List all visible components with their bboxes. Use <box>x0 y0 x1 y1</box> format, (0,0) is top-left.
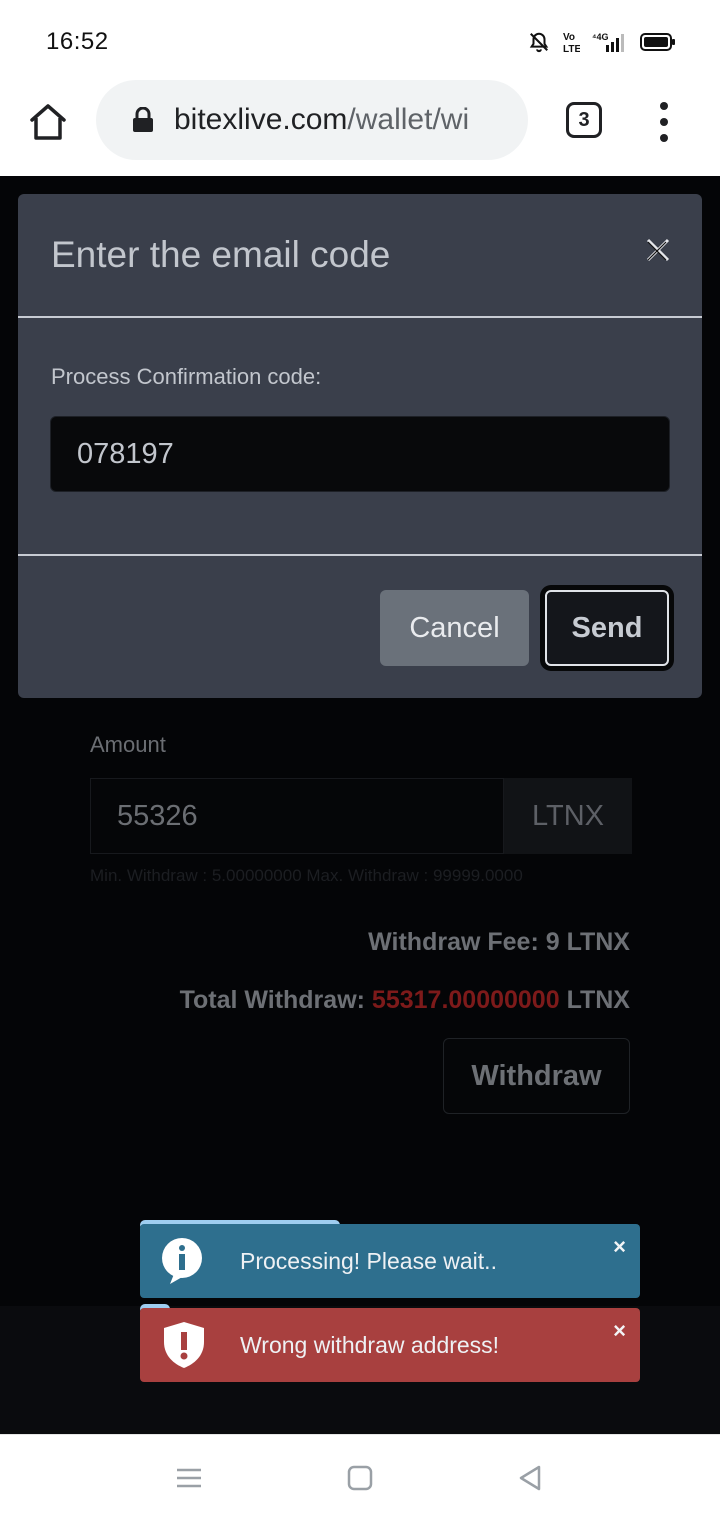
close-icon[interactable] <box>642 234 674 266</box>
modal-header: Enter the email code <box>18 194 702 318</box>
svg-text:Vo: Vo <box>563 32 575 43</box>
total-withdraw: Total Withdraw: 55317.00000000 LTNX <box>180 986 630 1015</box>
url-path: /wallet/wi <box>347 103 470 136</box>
system-nav-bar <box>0 1434 720 1520</box>
modal-body: Process Confirmation code: 078197 <box>18 318 702 556</box>
amount-label: Amount <box>90 732 166 757</box>
withdraw-button[interactable]: Withdraw <box>443 1038 630 1114</box>
tab-switcher-button[interactable]: 3 <box>566 102 602 138</box>
url-text: bitexlive.com/wallet/wi <box>174 103 469 137</box>
volte-icon: Vo LTE <box>563 32 580 54</box>
status-time: 16:52 <box>46 28 109 55</box>
status-bar: 16:52 Vo LTE ⁴4G <box>0 0 720 80</box>
toast-error-message: Wrong withdraw address! <box>240 1332 500 1358</box>
withdraw-limits: Min. Withdraw : 5.00000000 Max. Withdraw… <box>90 866 523 885</box>
total-unit: LTNX <box>559 986 630 1014</box>
screen: 16:52 Vo LTE ⁴4G bitexlive.com/wallet/wi… <box>0 0 720 1520</box>
toast-info: Processing! Please wait.. × <box>140 1224 640 1298</box>
svg-text:LTE: LTE <box>563 44 580 54</box>
toast-error: Wrong withdraw address! × <box>140 1308 640 1382</box>
toast-error-close[interactable]: × <box>613 1318 626 1344</box>
cancel-button[interactable]: Cancel <box>380 590 529 666</box>
home-nav-icon[interactable] <box>345 1463 375 1493</box>
confirmation-code-input[interactable]: 078197 <box>50 416 670 492</box>
send-button[interactable]: Send <box>545 590 669 666</box>
url-domain: bitexlive.com <box>174 103 348 136</box>
email-code-modal: Enter the email code Process Confirmatio… <box>18 194 702 698</box>
bell-off-icon <box>529 32 549 53</box>
total-value: 55317.00000000 <box>371 986 560 1014</box>
amount-unit: LTNX <box>504 778 632 854</box>
code-label: Process Confirmation code: <box>51 364 322 389</box>
back-icon[interactable] <box>515 1463 545 1493</box>
amount-input-group: 55326 LTNX <box>90 778 632 854</box>
total-label: Total Withdraw: <box>179 986 372 1014</box>
battery-icon <box>640 33 675 51</box>
home-icon[interactable] <box>26 100 70 144</box>
shield-alert-icon <box>164 1322 204 1368</box>
withdraw-fee: Withdraw Fee: 9 LTNX <box>368 928 630 956</box>
status-icons: Vo LTE ⁴4G <box>528 30 676 54</box>
lock-icon <box>133 107 153 132</box>
signal-4g-icon: ⁴4G <box>592 32 624 52</box>
address-bar[interactable]: bitexlive.com/wallet/wi <box>96 80 528 160</box>
modal-title: Enter the email code <box>51 234 391 275</box>
svg-text:⁴4G: ⁴4G <box>592 32 608 42</box>
toast-info-close[interactable]: × <box>613 1234 626 1260</box>
info-icon <box>162 1238 202 1284</box>
more-menu-icon[interactable] <box>652 102 676 142</box>
recent-apps-icon[interactable] <box>174 1463 204 1493</box>
amount-input[interactable]: 55326 <box>90 778 504 854</box>
toast-info-message: Processing! Please wait.. <box>240 1248 497 1274</box>
browser-toolbar: bitexlive.com/wallet/wi 3 <box>0 80 720 176</box>
